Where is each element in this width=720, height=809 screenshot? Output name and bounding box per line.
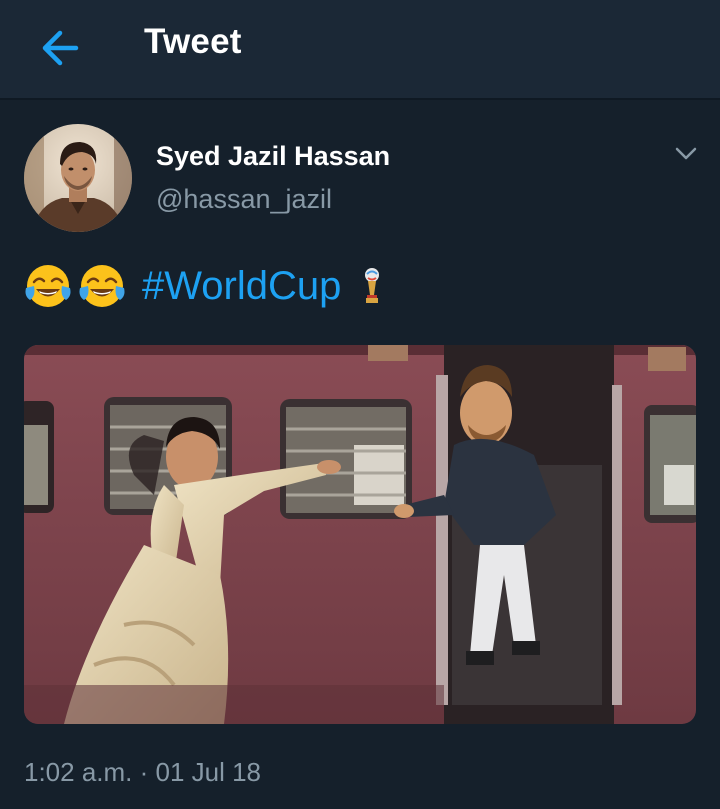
face-with-tears-of-joy-icon [25,265,71,307]
tweet-timestamp[interactable]: 1:02 a.m. · 01 Jul 18 [24,757,261,788]
top-bar: Tweet [0,0,720,100]
author-display-name[interactable]: Syed Jazil Hassan [156,141,390,172]
author-handle[interactable]: @hassan_jazil [156,184,332,215]
avatar[interactable] [24,124,132,232]
world-cup-trophy-icon [365,268,380,303]
tweet-photo[interactable] [24,345,696,724]
more-options-button[interactable] [668,140,704,168]
tweet-text: #WorldCup [24,260,381,312]
hashtag-link[interactable]: #WorldCup [142,264,341,309]
arrow-left-icon [42,30,79,66]
chevron-down-icon [675,147,697,160]
face-with-tears-of-joy-icon [79,265,125,307]
page-title: Tweet [144,22,242,61]
back-button[interactable] [34,24,86,72]
